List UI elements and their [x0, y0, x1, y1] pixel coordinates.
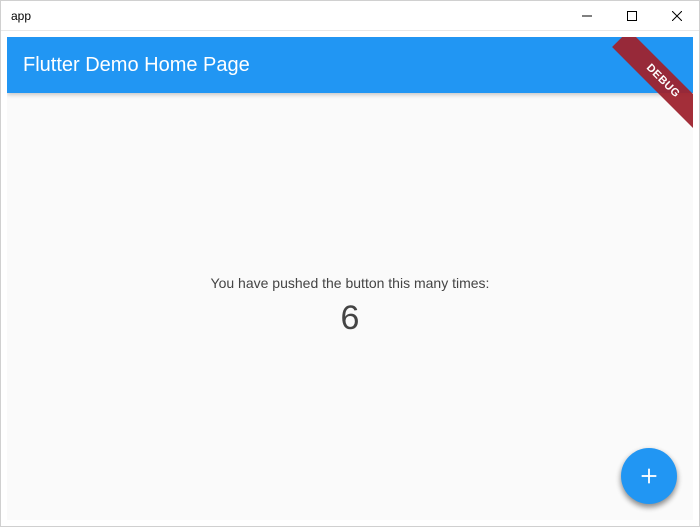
- main-content: You have pushed the button this many tim…: [7, 93, 693, 520]
- maximize-button[interactable]: [609, 1, 654, 31]
- window-title: app: [1, 9, 564, 23]
- app-bar: Flutter Demo Home Page: [7, 37, 693, 93]
- increment-fab[interactable]: [621, 448, 677, 504]
- counter-value: 6: [341, 299, 360, 338]
- close-button[interactable]: [654, 1, 699, 31]
- content-area: Flutter Demo Home Page DEBUG You have pu…: [1, 31, 699, 526]
- minimize-button[interactable]: [564, 1, 609, 31]
- push-count-label: You have pushed the button this many tim…: [211, 275, 490, 291]
- close-icon: [672, 11, 682, 21]
- minimize-icon: [582, 11, 592, 21]
- maximize-icon: [627, 11, 637, 21]
- window-controls: [564, 1, 699, 30]
- window-titlebar: app: [1, 1, 699, 31]
- app-surface: Flutter Demo Home Page DEBUG You have pu…: [7, 37, 693, 520]
- app-bar-title: Flutter Demo Home Page: [23, 54, 250, 77]
- plus-icon: [638, 465, 660, 487]
